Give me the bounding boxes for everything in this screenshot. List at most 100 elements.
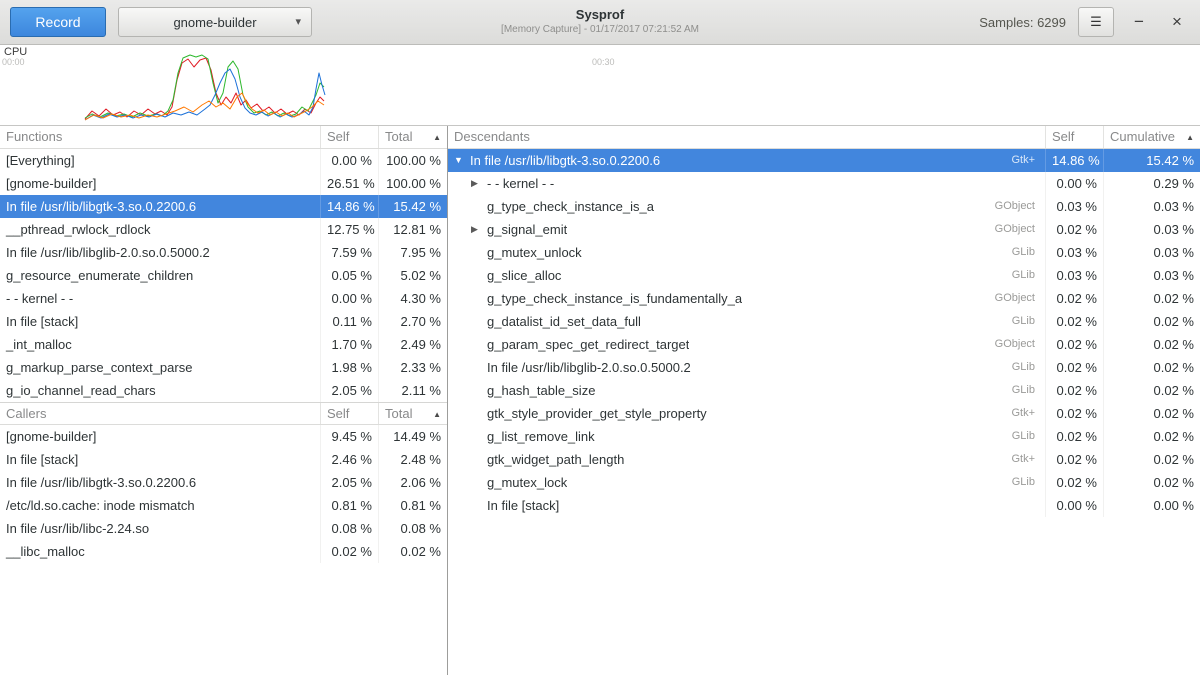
hamburger-icon: ☰ (1090, 14, 1102, 29)
table-row[interactable]: In file /usr/lib/libgtk-3.so.0.2200.614.… (0, 195, 447, 218)
table-row[interactable]: ▼In file /usr/lib/libgtk-3.so.0.2200.6Gt… (448, 149, 1200, 172)
function-name: - - kernel - - (487, 172, 554, 195)
function-name-cell: g_mutex_unlockGLib (448, 241, 1046, 264)
function-name-cell: ▶g_signal_emitGObject (448, 218, 1046, 241)
self-percent: 0.00 % (1046, 172, 1104, 195)
expander-right-icon[interactable]: ▶ (471, 218, 487, 241)
self-percent: 2.05 % (321, 379, 379, 402)
target-dropdown[interactable]: gnome-builder ▾ (118, 7, 312, 37)
total-percent: 2.06 % (379, 471, 447, 494)
function-name: g_datalist_id_set_data_full (487, 310, 641, 333)
function-name-cell: g_slice_allocGLib (448, 264, 1046, 287)
function-name: __pthread_rwlock_rdlock (0, 218, 321, 241)
table-row[interactable]: In file [stack]0.11 %2.70 % (0, 310, 447, 333)
cpu-graph[interactable]: CPU 00:00 00:30 (0, 45, 1200, 125)
table-row[interactable]: g_hash_table_sizeGLib0.02 %0.02 % (448, 379, 1200, 402)
table-header-row: DescendantsSelfCumulative▲ (448, 126, 1200, 149)
table-row[interactable]: [gnome-builder]26.51 %100.00 % (0, 172, 447, 195)
library-tag: Gtk+ (1001, 448, 1039, 471)
function-name: g_slice_alloc (487, 264, 561, 287)
table-row[interactable]: /etc/ld.so.cache: inode mismatch0.81 %0.… (0, 494, 447, 517)
column-header-callers[interactable]: Callers (0, 403, 321, 424)
table-row[interactable]: g_datalist_id_set_data_fullGLib0.02 %0.0… (448, 310, 1200, 333)
function-name: In file /usr/lib/libglib-2.0.so.0.5000.2 (487, 356, 691, 379)
library-tag: GObject (985, 218, 1039, 241)
self-percent: 0.02 % (1046, 425, 1104, 448)
column-header-self[interactable]: Self (1046, 126, 1104, 148)
table-row[interactable]: - - kernel - -0.00 %4.30 % (0, 287, 447, 310)
library-tag: GLib (1002, 356, 1039, 379)
record-button[interactable]: Record (10, 7, 106, 37)
column-header-functions[interactable]: Functions (0, 126, 321, 148)
column-header-self[interactable]: Self (321, 403, 379, 424)
table-row[interactable]: ▶g_signal_emitGObject0.02 %0.03 % (448, 218, 1200, 241)
function-name: In file [stack] (487, 494, 559, 517)
function-name-cell: g_param_spec_get_redirect_targetGObject (448, 333, 1046, 356)
self-percent: 0.02 % (1046, 310, 1104, 333)
total-percent: 5.02 % (379, 264, 447, 287)
hamburger-menu-button[interactable]: ☰ (1078, 7, 1114, 37)
function-name: g_markup_parse_context_parse (0, 356, 321, 379)
column-header-descendants[interactable]: Descendants (448, 126, 1046, 148)
table-row[interactable]: __pthread_rwlock_rdlock12.75 %12.81 % (0, 218, 447, 241)
table-row[interactable]: ▶- - kernel - -0.00 %0.29 % (448, 172, 1200, 195)
table-row[interactable]: In file /usr/lib/libgtk-3.so.0.2200.62.0… (0, 471, 447, 494)
table-row[interactable]: In file /usr/lib/libglib-2.0.so.0.5000.2… (0, 241, 447, 264)
function-name: - - kernel - - (0, 287, 321, 310)
self-percent: 0.02 % (321, 540, 379, 563)
table-row[interactable]: gtk_widget_path_lengthGtk+0.02 %0.02 % (448, 448, 1200, 471)
table-row[interactable]: [Everything]0.00 %100.00 % (0, 149, 447, 172)
column-header-self[interactable]: Self (321, 126, 379, 148)
self-percent: 0.02 % (1046, 379, 1104, 402)
self-percent: 0.02 % (1046, 471, 1104, 494)
table-row[interactable]: g_io_channel_read_chars2.05 %2.11 % (0, 379, 447, 402)
table-row[interactable]: __libc_malloc0.02 %0.02 % (0, 540, 447, 563)
table-row[interactable]: g_mutex_lockGLib0.02 %0.02 % (448, 471, 1200, 494)
function-name-cell: g_mutex_lockGLib (448, 471, 1046, 494)
total-percent: 2.33 % (379, 356, 447, 379)
library-tag: GLib (1002, 241, 1039, 264)
column-header-cumulative[interactable]: Cumulative▲ (1104, 126, 1200, 148)
cumulative-percent: 0.02 % (1104, 402, 1200, 425)
table-row[interactable]: g_slice_allocGLib0.03 %0.03 % (448, 264, 1200, 287)
table-row[interactable]: g_markup_parse_context_parse1.98 %2.33 % (0, 356, 447, 379)
close-button[interactable]: × (1164, 7, 1190, 37)
total-percent: 0.81 % (379, 494, 447, 517)
table-row[interactable]: In file [stack]0.00 %0.00 % (448, 494, 1200, 517)
table-row[interactable]: g_type_check_instance_is_aGObject0.03 %0… (448, 195, 1200, 218)
table-row[interactable]: g_mutex_unlockGLib0.03 %0.03 % (448, 241, 1200, 264)
self-percent: 0.02 % (1046, 448, 1104, 471)
self-percent: 7.59 % (321, 241, 379, 264)
table-row[interactable]: g_list_remove_linkGLib0.02 %0.02 % (448, 425, 1200, 448)
function-name: gtk_style_provider_get_style_property (487, 402, 707, 425)
table-row[interactable]: In file /usr/lib/libglib-2.0.so.0.5000.2… (448, 356, 1200, 379)
self-percent: 0.00 % (321, 287, 379, 310)
table-row[interactable]: g_param_spec_get_redirect_targetGObject0… (448, 333, 1200, 356)
column-header-total[interactable]: Total▲ (379, 403, 447, 424)
cpu-green-line (85, 55, 324, 118)
header-right: Samples: 6299 ☰ − × (979, 7, 1190, 37)
table-row[interactable]: In file [stack]2.46 %2.48 % (0, 448, 447, 471)
self-percent: 0.03 % (1046, 264, 1104, 287)
self-percent: 0.02 % (1046, 333, 1104, 356)
expander-right-icon[interactable]: ▶ (471, 172, 487, 195)
self-percent: 0.00 % (321, 149, 379, 172)
table-row[interactable]: gtk_style_provider_get_style_propertyGtk… (448, 402, 1200, 425)
function-name-cell: g_list_remove_linkGLib (448, 425, 1046, 448)
table-row[interactable]: In file /usr/lib/libc-2.24.so0.08 %0.08 … (0, 517, 447, 540)
table-row[interactable]: _int_malloc1.70 %2.49 % (0, 333, 447, 356)
total-percent: 7.95 % (379, 241, 447, 264)
minimize-button[interactable]: − (1126, 7, 1152, 37)
table-row[interactable]: g_resource_enumerate_children0.05 %5.02 … (0, 264, 447, 287)
sort-indicator-icon: ▲ (1186, 127, 1194, 148)
function-name-cell: gtk_style_provider_get_style_propertyGtk… (448, 402, 1046, 425)
function-name-cell: g_datalist_id_set_data_fullGLib (448, 310, 1046, 333)
expander-down-icon[interactable]: ▼ (454, 149, 470, 172)
library-tag: GLib (1002, 471, 1039, 494)
column-header-total[interactable]: Total▲ (379, 126, 447, 148)
table-row[interactable]: [gnome-builder]9.45 %14.49 % (0, 425, 447, 448)
function-name-cell: gtk_widget_path_lengthGtk+ (448, 448, 1046, 471)
table-row[interactable]: g_type_check_instance_is_fundamentally_a… (448, 287, 1200, 310)
self-percent: 2.05 % (321, 471, 379, 494)
self-percent: 12.75 % (321, 218, 379, 241)
